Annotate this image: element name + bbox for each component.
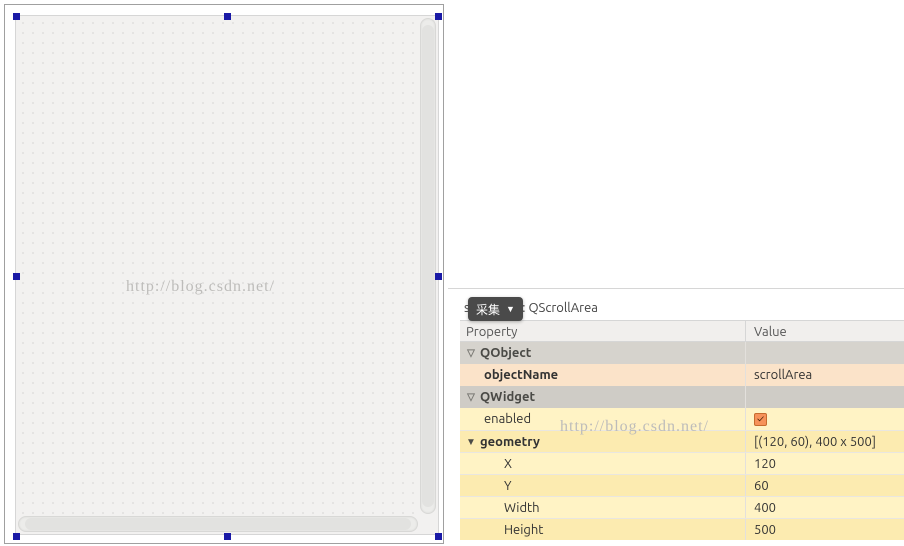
selected-object-header: scrollArea: QScrollArea [460,296,904,320]
right-empty-area [448,0,904,288]
chevron-down-icon: ▼ [506,304,515,314]
prop-x-label: X [460,453,746,474]
prop-height-value[interactable]: 500 [746,519,904,540]
property-editor: scrollArea: QScrollArea Property Value Q… [460,296,904,546]
row-height[interactable]: Height 500 [460,518,904,540]
row-y[interactable]: Y 60 [460,474,904,496]
form-window [4,4,444,544]
row-objectname[interactable]: objectName scrollArea [460,364,904,386]
resize-handle-nw[interactable] [13,13,20,20]
enabled-checkbox[interactable] [754,413,767,426]
prop-objectname-label: objectName [484,364,558,386]
resize-handle-ne[interactable] [435,13,442,20]
resize-handle-s[interactable] [224,533,231,540]
row-enabled[interactable]: enabled [460,408,904,430]
resize-handle-sw[interactable] [13,533,20,540]
group-label-qwidget: QWidget [480,386,535,408]
prop-width-value[interactable]: 400 [746,497,904,518]
header-property-col[interactable]: Property [460,321,746,341]
capture-badge-label: 采集 [476,301,500,318]
resize-handle-se[interactable] [435,533,442,540]
row-geometry[interactable]: geometry [(120, 60), 400 x 500] [460,430,904,452]
property-table-header: Property Value [460,320,904,342]
row-width[interactable]: Width 400 [460,496,904,518]
prop-y-value[interactable]: 60 [746,475,904,496]
layout-grid-dots [18,18,418,514]
row-x[interactable]: X 120 [460,452,904,474]
horizontal-scrollbar[interactable] [18,516,418,532]
prop-height-label: Height [460,519,746,540]
resize-handle-w[interactable] [13,273,20,280]
prop-y-label: Y [460,475,746,496]
resize-handle-e[interactable] [435,273,442,280]
group-label-qobject: QObject [480,342,531,364]
capture-badge[interactable]: 采集 ▼ [468,297,523,321]
scrollarea-viewport [18,18,418,514]
prop-enabled-label: enabled [460,408,746,430]
expand-icon[interactable] [466,431,476,453]
prop-geometry-value[interactable]: [(120, 60), 400 x 500] [746,431,904,452]
resize-handle-n[interactable] [224,13,231,20]
vertical-scrollbar-thumb[interactable] [422,25,434,507]
selected-object-class: QScrollArea [528,301,598,315]
group-qwidget[interactable]: QWidget [460,386,904,408]
panel-divider [448,288,904,289]
prop-geometry-label: geometry [480,431,540,453]
header-value-col[interactable]: Value [746,321,904,341]
group-qobject[interactable]: QObject [460,342,904,364]
prop-width-label: Width [460,497,746,518]
prop-x-value[interactable]: 120 [746,453,904,474]
expand-icon[interactable] [466,386,476,408]
horizontal-scrollbar-thumb[interactable] [25,518,411,530]
vertical-scrollbar[interactable] [420,18,436,514]
designer-canvas-area [0,0,448,546]
expand-icon[interactable] [466,342,476,364]
scrollarea-widget[interactable] [15,15,439,535]
prop-objectname-value[interactable]: scrollArea [746,364,904,386]
